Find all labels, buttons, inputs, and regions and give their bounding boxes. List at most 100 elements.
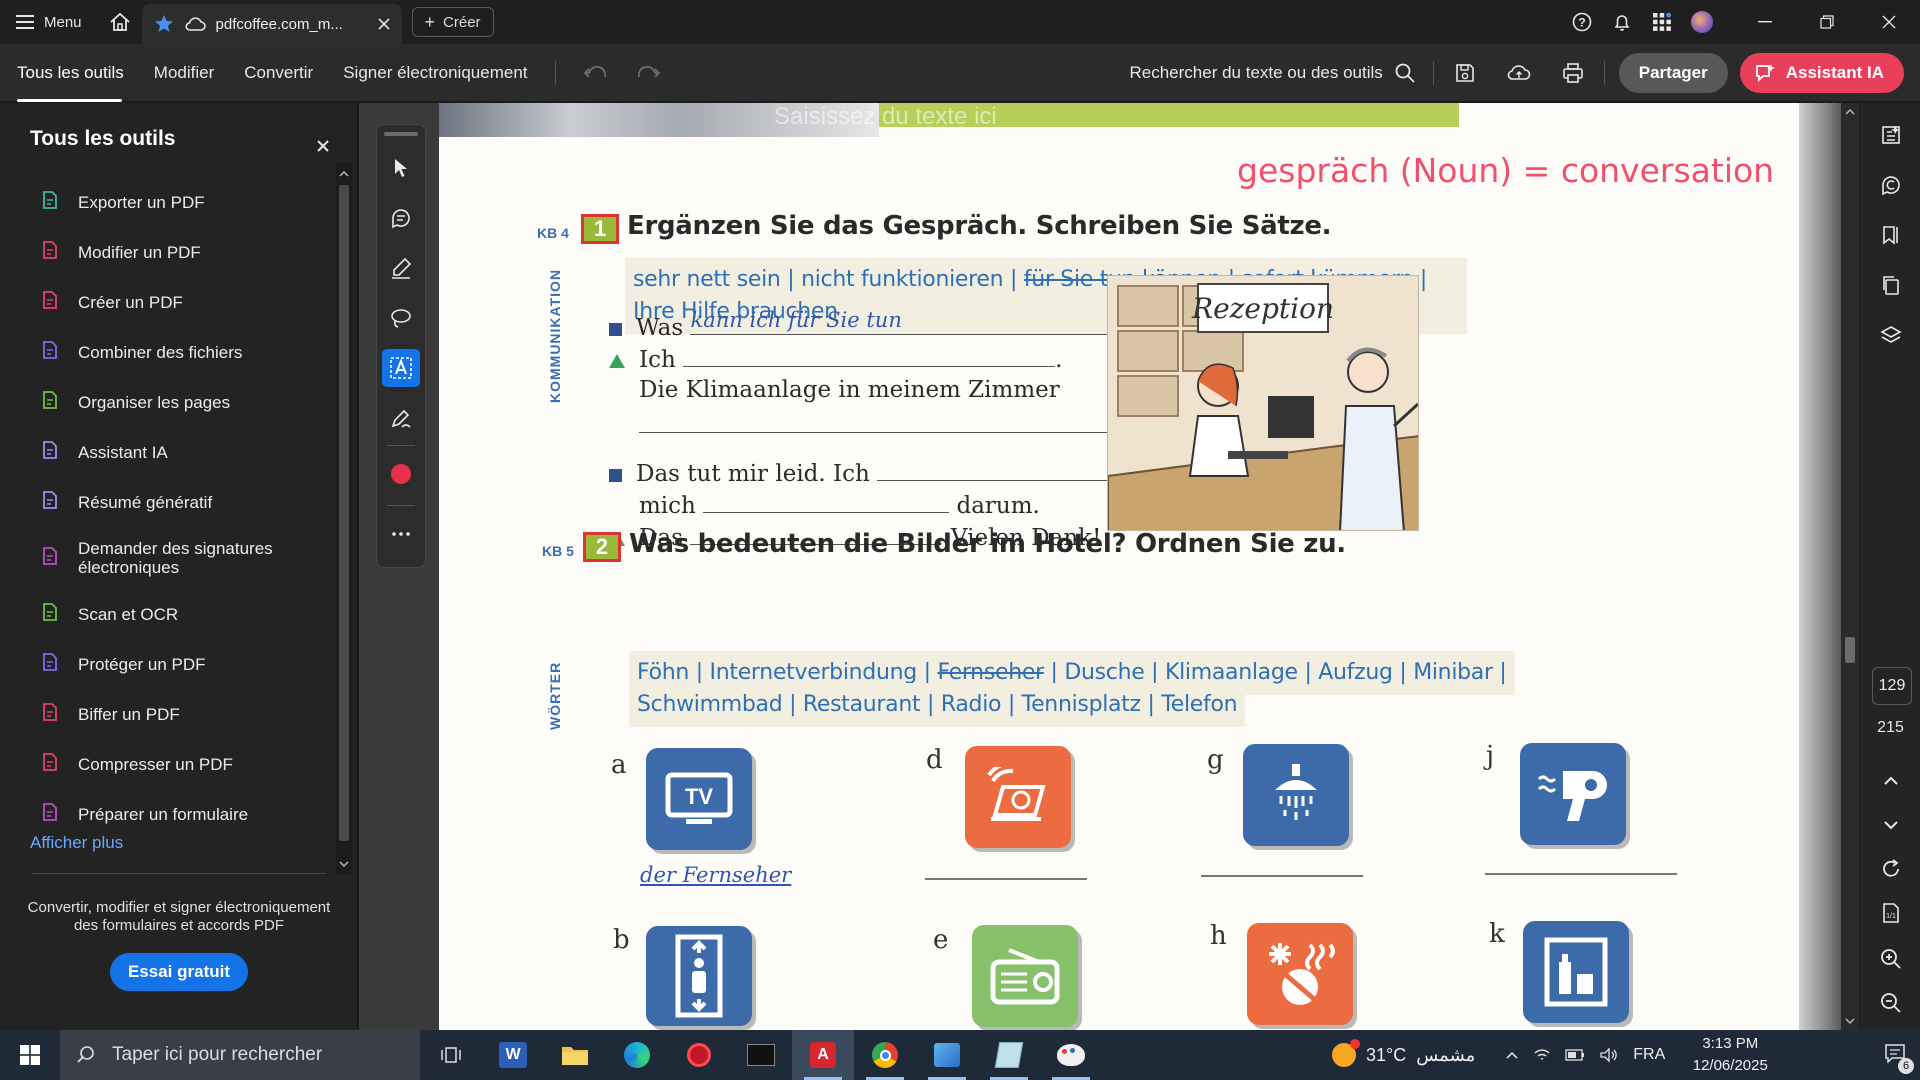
task-view-button[interactable]: [420, 1030, 482, 1080]
scroll-down-icon[interactable]: [336, 857, 352, 871]
tool-item-ai-assistant[interactable]: Assistant IA: [0, 427, 338, 477]
color-picker-button[interactable]: [382, 455, 420, 493]
clock[interactable]: 3:13 PM 12/06/2025: [1685, 1033, 1775, 1077]
zoom-out-button[interactable]: [1860, 983, 1920, 1023]
answer-line[interactable]: [1485, 873, 1677, 875]
security-app-button[interactable]: [668, 1030, 730, 1080]
document-scroll-thumb[interactable]: [1845, 637, 1855, 663]
tool-item-compress-pdf[interactable]: Compresser un PDF: [0, 739, 338, 789]
highlight-tool-button[interactable]: [382, 249, 420, 287]
battery-icon[interactable]: [1565, 1049, 1585, 1061]
acrobat-app-button[interactable]: A: [792, 1030, 854, 1080]
close-panel-icon[interactable]: [317, 140, 329, 152]
rotate-button[interactable]: [1860, 849, 1920, 889]
answer-blank[interactable]: kann ich für Sie tun: [690, 308, 1151, 335]
comment-tool-button[interactable]: [382, 199, 420, 237]
apps-button[interactable]: [1642, 0, 1682, 44]
bookmarks-panel-button[interactable]: [1860, 215, 1920, 255]
panel-scrollbar[interactable]: [336, 163, 352, 875]
answer-line[interactable]: [1201, 875, 1363, 877]
help-button[interactable]: ?: [1562, 0, 1602, 44]
tool-item-prepare-form[interactable]: Préparer un formulaire: [0, 789, 338, 839]
redo-button[interactable]: [622, 44, 676, 102]
text-placeholder[interactable]: Saisissez du texte ici: [774, 103, 997, 131]
tab-all-tools[interactable]: Tous les outils: [0, 44, 139, 102]
tool-search[interactable]: Rechercher du texte ou des outils: [1130, 63, 1429, 83]
weather-widget[interactable]: 31°C مشمس: [1332, 1039, 1475, 1067]
pdf-page[interactable]: Saisissez du texte ici gespräch (Noun) =…: [439, 103, 1799, 1030]
draw-tool-button[interactable]: [382, 299, 420, 337]
answer-blank[interactable]: [703, 493, 950, 513]
scroll-up-icon[interactable]: [1841, 105, 1859, 119]
previous-page-button[interactable]: [1860, 761, 1920, 801]
terminal-app-button[interactable]: [730, 1030, 792, 1080]
close-tab-icon[interactable]: [377, 18, 390, 30]
document-viewer[interactable]: Saisissez du texte ici gespräch (Noun) =…: [359, 103, 1841, 1030]
tool-item-redact-pdf[interactable]: Biffer un PDF: [0, 689, 338, 739]
profile-button[interactable]: [1682, 0, 1722, 44]
answer-blank[interactable]: [683, 347, 1056, 367]
restore-button[interactable]: [1796, 0, 1858, 44]
document-tab[interactable]: pdfcoffee.com_m...: [141, 4, 402, 44]
tool-item-generative-summary[interactable]: Résumé génératif: [0, 477, 338, 527]
text-box-tool-button[interactable]: [382, 349, 420, 387]
chrome-app-button[interactable]: [854, 1030, 916, 1080]
home-button[interactable]: [98, 0, 142, 44]
current-page-input[interactable]: 129: [1872, 667, 1912, 705]
answer-line[interactable]: [925, 878, 1087, 880]
tool-item-organize-pages[interactable]: Organiser les pages: [0, 377, 338, 427]
edit-panel-button[interactable]: [1860, 115, 1920, 155]
tool-item-scan-ocr[interactable]: Scan et OCR: [0, 589, 338, 639]
free-trial-button[interactable]: Essai gratuit: [110, 953, 248, 991]
tool-item-combine-files[interactable]: Combiner des fichiers: [0, 327, 338, 377]
print-button[interactable]: [1546, 44, 1600, 102]
start-button[interactable]: [0, 1030, 60, 1080]
star-icon[interactable]: [154, 14, 174, 34]
tool-item-protect-pdf[interactable]: Protéger un PDF: [0, 639, 338, 689]
ai-assistant-button[interactable]: Assistant IA: [1739, 52, 1904, 93]
photos-app-button[interactable]: [916, 1030, 978, 1080]
input-language[interactable]: FRA: [1633, 1046, 1665, 1064]
cloud-upload-button[interactable]: [1492, 44, 1546, 102]
minimize-button[interactable]: [1734, 0, 1796, 44]
drag-handle[interactable]: [384, 132, 418, 136]
tool-item-create-pdf[interactable]: Créer un PDF: [0, 277, 338, 327]
share-button[interactable]: Partager: [1618, 52, 1728, 93]
close-window-button[interactable]: [1858, 0, 1920, 44]
answer-blank[interactable]: [639, 413, 1155, 433]
handwritten-annotation[interactable]: gespräch (Noun) = conversation: [1237, 151, 1774, 190]
notifications-button[interactable]: [1602, 0, 1642, 44]
tool-item-edit-pdf[interactable]: Modifier un PDF: [0, 227, 338, 277]
taskbar-search[interactable]: Taper ici pour rechercher: [60, 1030, 420, 1080]
panel-scroll-thumb[interactable]: [339, 185, 349, 841]
show-more-link[interactable]: Afficher plus: [30, 833, 123, 853]
notes-app-button[interactable]: [978, 1030, 1040, 1080]
scroll-up-icon[interactable]: [336, 167, 352, 181]
zoom-in-button[interactable]: [1860, 939, 1920, 979]
word-app-button[interactable]: W: [482, 1030, 544, 1080]
tool-item-export-pdf[interactable]: Exporter un PDF: [0, 177, 338, 227]
chevron-up-icon[interactable]: [1505, 1050, 1519, 1060]
tool-item-request-signatures[interactable]: Demander des signatures électroniques: [0, 527, 338, 589]
sign-tool-button[interactable]: [382, 399, 420, 437]
next-page-button[interactable]: [1860, 805, 1920, 845]
file-explorer-button[interactable]: [544, 1030, 606, 1080]
volume-icon[interactable]: [1599, 1047, 1619, 1063]
edge-app-button[interactable]: [606, 1030, 668, 1080]
comments-panel-button[interactable]: [1860, 165, 1920, 205]
answer-blank[interactable]: [877, 461, 1116, 481]
menu-button[interactable]: Menu: [0, 0, 98, 44]
more-tools-button[interactable]: [382, 515, 420, 553]
page-display-button[interactable]: 1/1: [1860, 893, 1920, 933]
pages-panel-button[interactable]: [1860, 265, 1920, 305]
scroll-down-icon[interactable]: [1841, 1014, 1859, 1028]
notification-center-button[interactable]: 6: [1870, 1030, 1920, 1080]
document-scrollbar[interactable]: [1841, 103, 1859, 1030]
layers-panel-button[interactable]: [1860, 315, 1920, 355]
tab-edit[interactable]: Modifier: [139, 44, 229, 102]
tab-e-sign[interactable]: Signer électroniquement: [328, 44, 542, 102]
select-tool-button[interactable]: [382, 149, 420, 187]
create-button[interactable]: + Créer: [411, 7, 494, 37]
tab-convert[interactable]: Convertir: [229, 44, 328, 102]
paint-app-button[interactable]: [1040, 1030, 1102, 1080]
